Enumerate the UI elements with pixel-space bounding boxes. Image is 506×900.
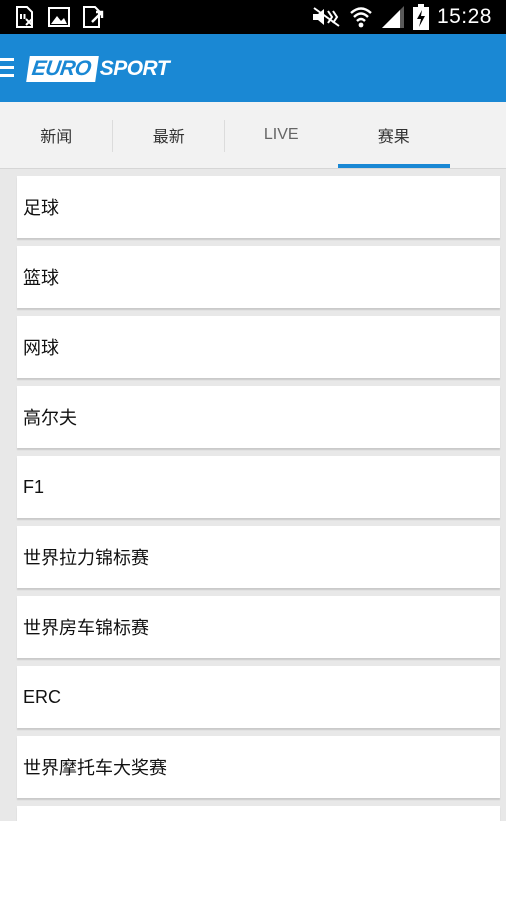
list-item-wrc[interactable]: 世界拉力锦标赛 xyxy=(17,526,500,588)
list-item-basketball[interactable]: 篮球 xyxy=(17,246,500,308)
status-time: 15:28 xyxy=(436,5,492,28)
image-icon xyxy=(48,7,70,27)
app-screen: 15:28 EURO SPORT 新闻 最新 LIVE 赛果 足球 篮球 网球 … xyxy=(0,0,506,900)
list-item-label: 世界摩托车大奖赛 xyxy=(23,758,167,779)
status-bar: 15:28 xyxy=(0,0,506,34)
tab-results[interactable]: 赛果 xyxy=(337,102,451,168)
list-item-motogp[interactable]: 世界摩托车大奖赛 xyxy=(17,736,500,798)
tab-label: 新闻 xyxy=(40,127,73,146)
tab-latest[interactable]: 最新 xyxy=(113,102,225,168)
list-item-partial[interactable] xyxy=(17,806,500,821)
app-bar: EURO SPORT xyxy=(0,34,506,102)
list-item-tennis[interactable]: 网球 xyxy=(17,316,500,378)
list-item-football[interactable]: 足球 xyxy=(17,176,500,238)
hamburger-menu-icon[interactable] xyxy=(0,58,14,78)
list-item-erc[interactable]: ERC xyxy=(17,666,500,728)
download-icon xyxy=(82,6,106,28)
list-item-label: 世界房车锦标赛 xyxy=(23,618,149,639)
sports-list: 足球 篮球 网球 高尔夫 F1 世界拉力锦标赛 世界房车锦标赛 ERC 世界摩托… xyxy=(17,176,500,821)
tab-news[interactable]: 新闻 xyxy=(0,102,113,168)
tab-label: 最新 xyxy=(152,127,185,146)
list-item-wtcc[interactable]: 世界房车锦标赛 xyxy=(17,596,500,658)
signal-icon xyxy=(381,5,405,29)
tab-label: LIVE xyxy=(263,126,299,143)
wifi-icon xyxy=(349,5,373,29)
battery-charging-icon xyxy=(412,4,429,30)
list-item-label: 篮球 xyxy=(23,268,59,289)
sd-card-icon xyxy=(14,6,36,28)
tab-bar: 新闻 最新 LIVE 赛果 xyxy=(0,102,506,169)
mute-icon xyxy=(311,6,341,28)
bottom-blank-area xyxy=(0,821,506,900)
logo-sport: SPORT xyxy=(99,57,170,80)
list-item-golf[interactable]: 高尔夫 xyxy=(17,386,500,448)
list-item-label: 网球 xyxy=(23,338,59,359)
list-item-f1[interactable]: F1 xyxy=(17,456,500,518)
list-item-label: 世界拉力锦标赛 xyxy=(23,548,149,569)
list-item-label: 足球 xyxy=(23,198,59,219)
notification-icons xyxy=(14,5,106,29)
results-list-area[interactable]: 足球 篮球 网球 高尔夫 F1 世界拉力锦标赛 世界房车锦标赛 ERC 世界摩托… xyxy=(0,169,506,821)
list-item-label: 高尔夫 xyxy=(23,408,77,429)
tab-label: 赛果 xyxy=(377,127,410,146)
eurosport-logo: EURO SPORT xyxy=(26,56,170,82)
logo-euro: EURO xyxy=(26,56,99,82)
tab-live[interactable]: LIVE xyxy=(225,102,338,168)
list-item-label: F1 xyxy=(23,476,45,497)
system-icons: 15:28 xyxy=(311,3,492,31)
list-item-label: ERC xyxy=(23,686,62,707)
